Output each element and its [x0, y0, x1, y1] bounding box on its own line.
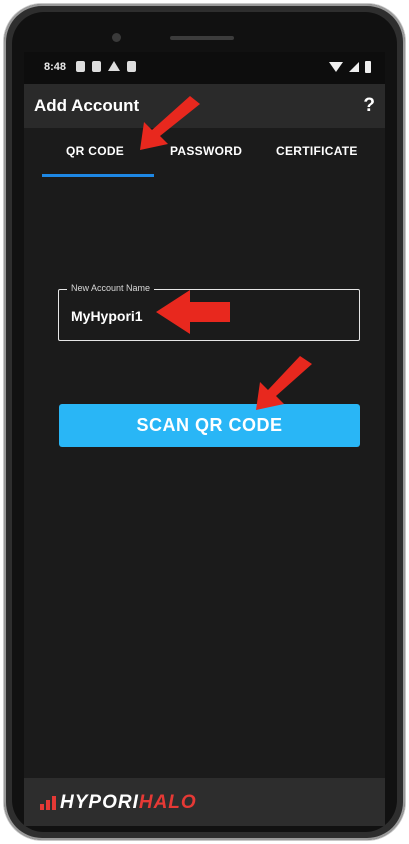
arrow-annotation-icon — [140, 96, 312, 410]
arrow-annotation-icon — [140, 96, 200, 150]
arrow-annotation-icon — [256, 356, 312, 410]
arrow-annotation-icon — [156, 290, 230, 334]
